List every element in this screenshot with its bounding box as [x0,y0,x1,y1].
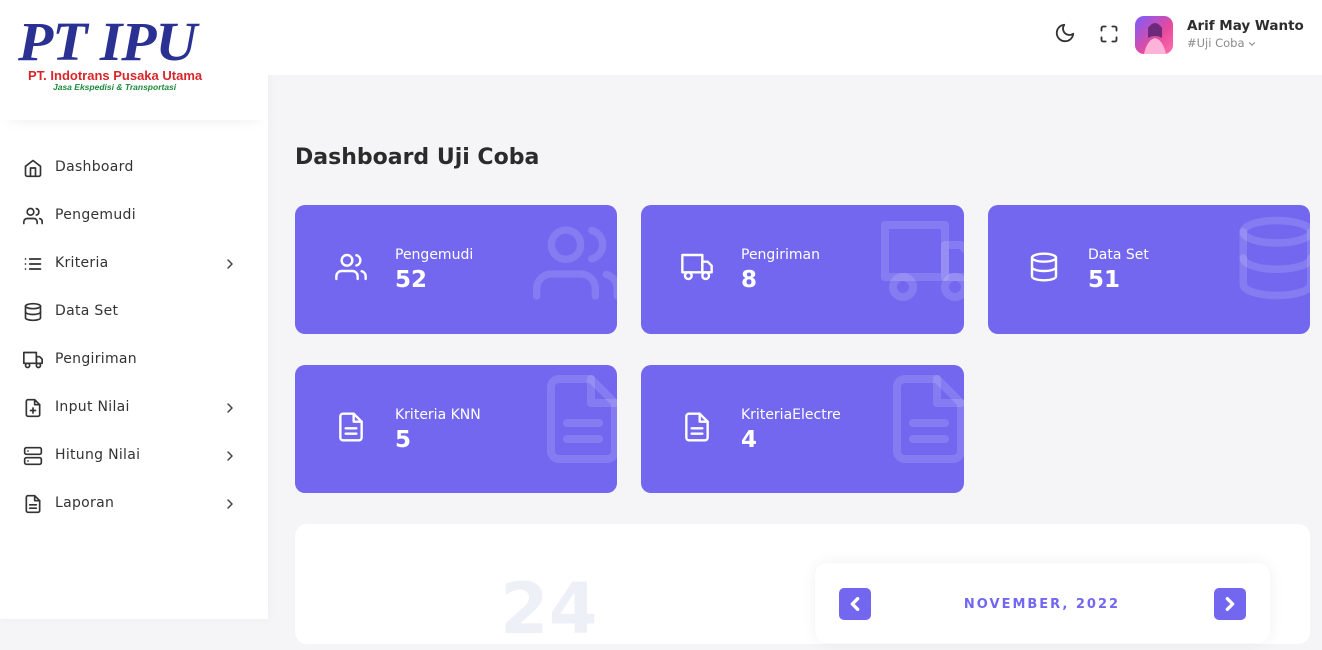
database-icon [24,302,42,322]
file-text-icon [685,412,709,442]
sidebar-item-input-nilai[interactable]: Input Nilai [0,384,268,432]
sidebar-item-label: Dashboard [55,159,134,175]
users-icon [533,226,617,300]
stat-card-data-set[interactable]: Data Set 51 [988,205,1310,334]
file-text-icon [339,412,363,442]
sidebar-item-dashboard[interactable]: Dashboard [0,144,268,192]
sidebar-item-label: Pengemudi [55,207,136,223]
stat-card-pengemudi[interactable]: Pengemudi 52 [295,205,617,334]
sidebar-item-kriteria[interactable]: Kriteria [0,240,268,288]
file-text-icon [547,375,617,463]
chevron-right-icon [227,499,233,509]
database-icon [1239,216,1310,300]
card-label: Data Set [1088,247,1149,263]
sidebar-item-label: Kriteria [55,255,109,271]
clock-number: 24 [500,568,598,650]
sidebar-item-label: Input Nilai [55,399,130,415]
file-text-icon [893,375,964,463]
sidebar-item-label: Hitung Nilai [55,447,141,463]
card-value: 4 [741,427,758,453]
sidebar-item-label: Laporan [55,495,115,511]
card-value: 5 [395,427,412,453]
brand-logo[interactable]: PT IPU PT. Indotrans Pusaka Utama Jasa E… [0,0,268,120]
page-title: Dashboard Uji Coba [295,145,540,170]
truck-icon [881,221,964,301]
server-icon [23,446,43,466]
user-role[interactable]: #Uji Coba [1187,36,1245,50]
card-label: Kriteria KNN [395,407,481,423]
truck-icon [23,351,43,369]
card-value: 8 [741,267,758,293]
company-name: PT. Indotrans Pusaka Utama [28,68,203,83]
avatar[interactable] [1135,16,1173,54]
card-value: 52 [395,267,428,293]
chevron-right-icon [227,451,233,461]
file-text-icon [25,494,41,514]
card-label: Pengemudi [395,247,474,263]
users-icon [335,253,367,281]
chevron-down-icon[interactable] [1247,39,1257,49]
company-tagline: Jasa Ekspedisi & Transportasi [53,82,177,92]
card-label: KriteriaElectre [741,407,841,423]
home-icon [24,159,42,178]
moon-icon[interactable] [1054,22,1076,44]
file-plus-icon [25,398,41,418]
sidebar-item-data-set[interactable]: Data Set [0,288,268,336]
users-icon [23,207,43,225]
sidebar-nav: Dashboard Pengemudi Kriteria Data Set Pe… [0,144,268,528]
fullscreen-icon[interactable] [1099,24,1119,44]
sidebar-item-label: Pengiriman [55,351,137,367]
chevron-right-icon [227,403,233,413]
avatar-image [1144,23,1166,54]
sidebar-item-pengiriman[interactable]: Pengiriman [0,336,268,384]
logo-wordmark: PT IPU [18,11,197,72]
sidebar-item-laporan[interactable]: Laporan [0,480,268,528]
truck-icon [681,253,713,281]
stat-card-kriteria-knn[interactable]: Kriteria KNN 5 [295,365,617,493]
sidebar-item-pengemudi[interactable]: Pengemudi [0,192,268,240]
sidebar: PT IPU PT. Indotrans Pusaka Utama Jasa E… [0,0,268,619]
card-label: Pengiriman [741,247,820,263]
sidebar-item-hitung-nilai[interactable]: Hitung Nilai [0,432,268,480]
stat-card-pengiriman[interactable]: Pengiriman 8 [641,205,964,334]
card-value: 51 [1088,267,1121,293]
list-icon [24,258,42,270]
chevron-right-icon [1225,597,1235,611]
user-name[interactable]: Arif May Wanto [1187,18,1304,34]
sidebar-item-label: Data Set [55,303,119,319]
database-icon [1030,252,1058,282]
chevron-right-icon [227,259,233,269]
stat-card-kriteria-electre[interactable]: KriteriaElectre 4 [641,365,964,493]
calendar-next-button[interactable] [1214,588,1246,620]
calendar-month-label: NOVEMBER, 2022 [963,597,1121,612]
